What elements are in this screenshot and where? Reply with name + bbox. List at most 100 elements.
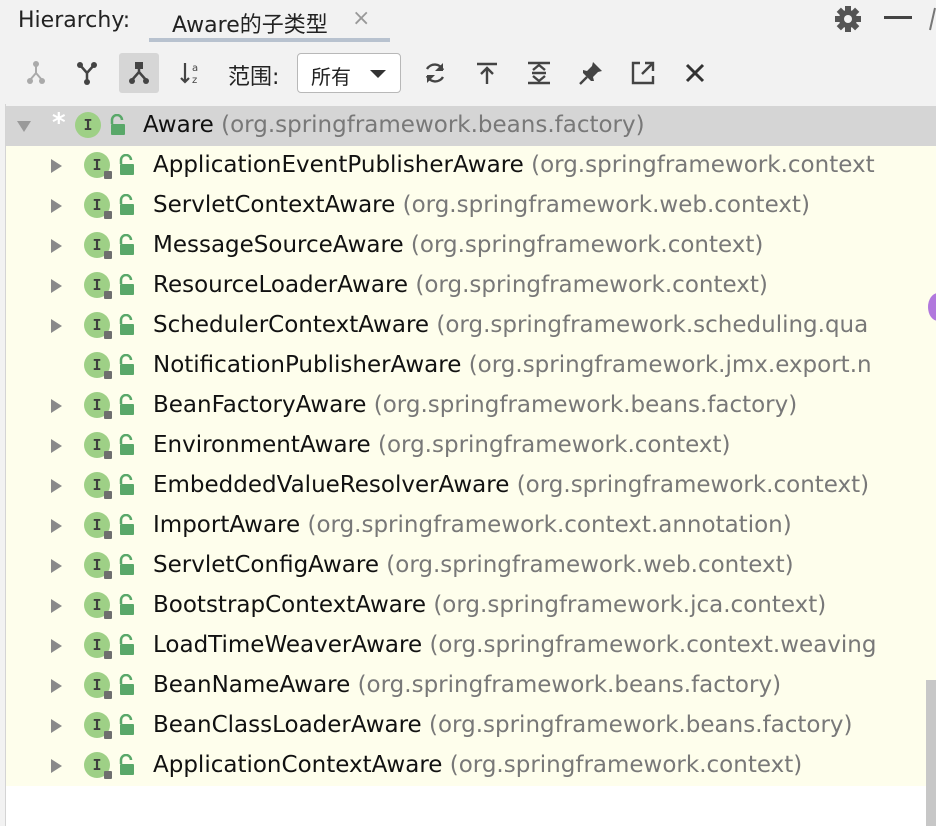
current-type-marker: * [52,108,66,138]
subtypes-icon [129,62,149,84]
public-lock-icon [119,194,134,215]
package-name: (org.springframework.beans.factory) [373,392,798,418]
chevron-right-icon[interactable] [48,758,64,774]
chevron-right-icon[interactable] [48,158,64,174]
expand-all-button[interactable] [519,53,559,93]
pin-button[interactable] [571,53,611,93]
sort-alphabetically-button[interactable]: a z [171,53,211,93]
tree-root-row[interactable]: * I Aware (org.springframework.beans.facto… [6,106,936,146]
tree-row[interactable]: I BeanFactoryAware (org.springframework.b… [6,386,936,426]
chevron-down-icon[interactable] [16,118,32,134]
tree-row-label: Aware (org.springframework.beans.factory… [143,112,645,138]
package-name: (org.springframework.web.context) [402,192,810,218]
vertical-scrollbar[interactable] [926,680,936,826]
tree-row[interactable]: I ResourceLoaderAware (org.springframewor… [6,266,936,306]
tree-row-label: ServletContextAware (org.springframework… [153,192,810,218]
tree-row[interactable]: I MessageSourceAware (org.springframework… [6,226,936,266]
chevron-right-icon[interactable] [48,678,64,694]
chevron-right-icon[interactable] [48,718,64,734]
tree-row[interactable]: I SchedulerContextAware (org.springframew… [6,306,936,346]
tree-row[interactable]: I BootstrapContextAware (org.springframew… [6,586,936,626]
package-name: (org.springframework.context.annotation) [307,512,792,538]
tree-row[interactable]: I BeanNameAware (org.springframework.bean… [6,666,936,706]
tree-row-label: NotificationPublisherAware (org.springfr… [153,352,872,378]
public-lock-icon [119,234,134,255]
tree-row-label: BeanClassLoaderAware (org.springframewor… [153,712,852,738]
hierarchy-toolbar: a z 范围: 所有 [0,42,936,104]
public-lock-icon [119,714,134,735]
chevron-right-icon[interactable] [48,478,64,494]
package-name: (org.springframework.context) [516,472,870,498]
type-name: BeanNameAware [153,672,351,698]
tree-row[interactable]: I ServletConfigAware (org.springframework… [6,546,936,586]
chevron-right-icon[interactable] [48,438,64,454]
tab-aware-subtypes[interactable]: Aware的子类型 × [149,0,390,42]
interface-modifier-icon [104,571,112,579]
chevron-right-icon[interactable] [48,238,64,254]
type-name: BootstrapContextAware [153,592,427,618]
tree-row[interactable]: I ImportAware (org.springframework.contex… [6,506,936,546]
tree-row-label: BeanFactoryAware (org.springframework.be… [153,392,797,418]
public-lock-icon [119,274,134,295]
chevron-right-icon[interactable] [48,318,64,334]
tree-row[interactable]: I ApplicationContextAware (org.springfram… [6,746,936,786]
interface-icon: I [75,112,101,138]
refresh-button[interactable] [415,53,455,93]
chevron-right-icon[interactable] [48,638,64,654]
package-name: (org.springframework.web.context) [386,552,794,578]
type-name: BeanFactoryAware [153,392,367,418]
hierarchy-tree[interactable]: * I Aware (org.springframework.beans.facto… [6,106,936,786]
refresh-icon [425,63,445,83]
tree-row[interactable]: I LoadTimeWeaverAware (org.springframewor… [6,626,936,666]
interface-modifier-icon [104,611,112,619]
type-name: MessageSourceAware [153,232,404,258]
type-name: ResourceLoaderAware [153,272,409,298]
gear-icon[interactable] [833,4,863,34]
tree-row[interactable]: I EmbeddedValueResolverAware (org.springf… [6,466,936,506]
type-name: EmbeddedValueResolverAware [153,472,510,498]
type-name: Aware [143,112,214,138]
package-name: (org.springframework.context [531,152,875,178]
interface-modifier-icon [104,531,112,539]
export-button[interactable] [467,53,507,93]
type-hierarchy-button[interactable] [16,53,56,93]
supertypes-button[interactable] [67,53,107,93]
tree-row[interactable]: I ServletContextAware (org.springframewor… [6,186,936,226]
package-name: (org.springframework.beans.factory) [429,712,853,738]
type-name: ServletContextAware [153,192,396,218]
interface-modifier-icon [104,291,112,299]
tab-close-icon[interactable]: × [352,8,370,30]
public-lock-icon [119,314,134,335]
chevron-right-icon[interactable] [48,518,64,534]
chevron-right-icon[interactable] [48,598,64,614]
tree-row[interactable]: I NotificationPublisherAware (org.springf… [6,346,936,386]
tree-row[interactable]: I ApplicationEventPublisherAware (org.spr… [6,146,936,186]
scope-dropdown[interactable]: 所有 [297,53,401,93]
tree-row[interactable]: I BeanClassLoaderAware (org.springframewo… [6,706,936,746]
interface-modifier-icon [104,451,112,459]
export-icon [477,62,497,84]
minimize-icon[interactable] [884,16,912,19]
tree-row-label: LoadTimeWeaverAware (org.springframework… [153,632,876,658]
pin-icon [579,62,602,85]
tree-row[interactable]: I EnvironmentAware (org.springframework.c… [6,426,936,466]
open-in-new-tab-button[interactable] [623,53,663,93]
package-name: (org.springframework.context.weaving [429,632,877,658]
interface-modifier-icon [104,251,112,259]
public-lock-icon [119,154,134,175]
subtypes-button[interactable] [119,53,159,93]
close-button[interactable] [675,53,715,93]
public-lock-icon [119,594,134,615]
public-lock-icon [119,674,134,695]
type-name: ServletConfigAware [153,552,379,578]
tree-row-label: ApplicationContextAware (org.springframe… [153,752,802,778]
interface-modifier-icon [104,491,112,499]
chevron-right-icon[interactable] [48,398,64,414]
type-name: ApplicationEventPublisherAware [153,152,524,178]
public-lock-icon [119,634,134,655]
chevron-right-icon[interactable] [48,278,64,294]
chevron-right-icon[interactable] [48,558,64,574]
type-hierarchy-icon [27,61,45,84]
tree-row-label: ServletConfigAware (org.springframework.… [153,552,794,578]
chevron-right-icon[interactable] [48,198,64,214]
